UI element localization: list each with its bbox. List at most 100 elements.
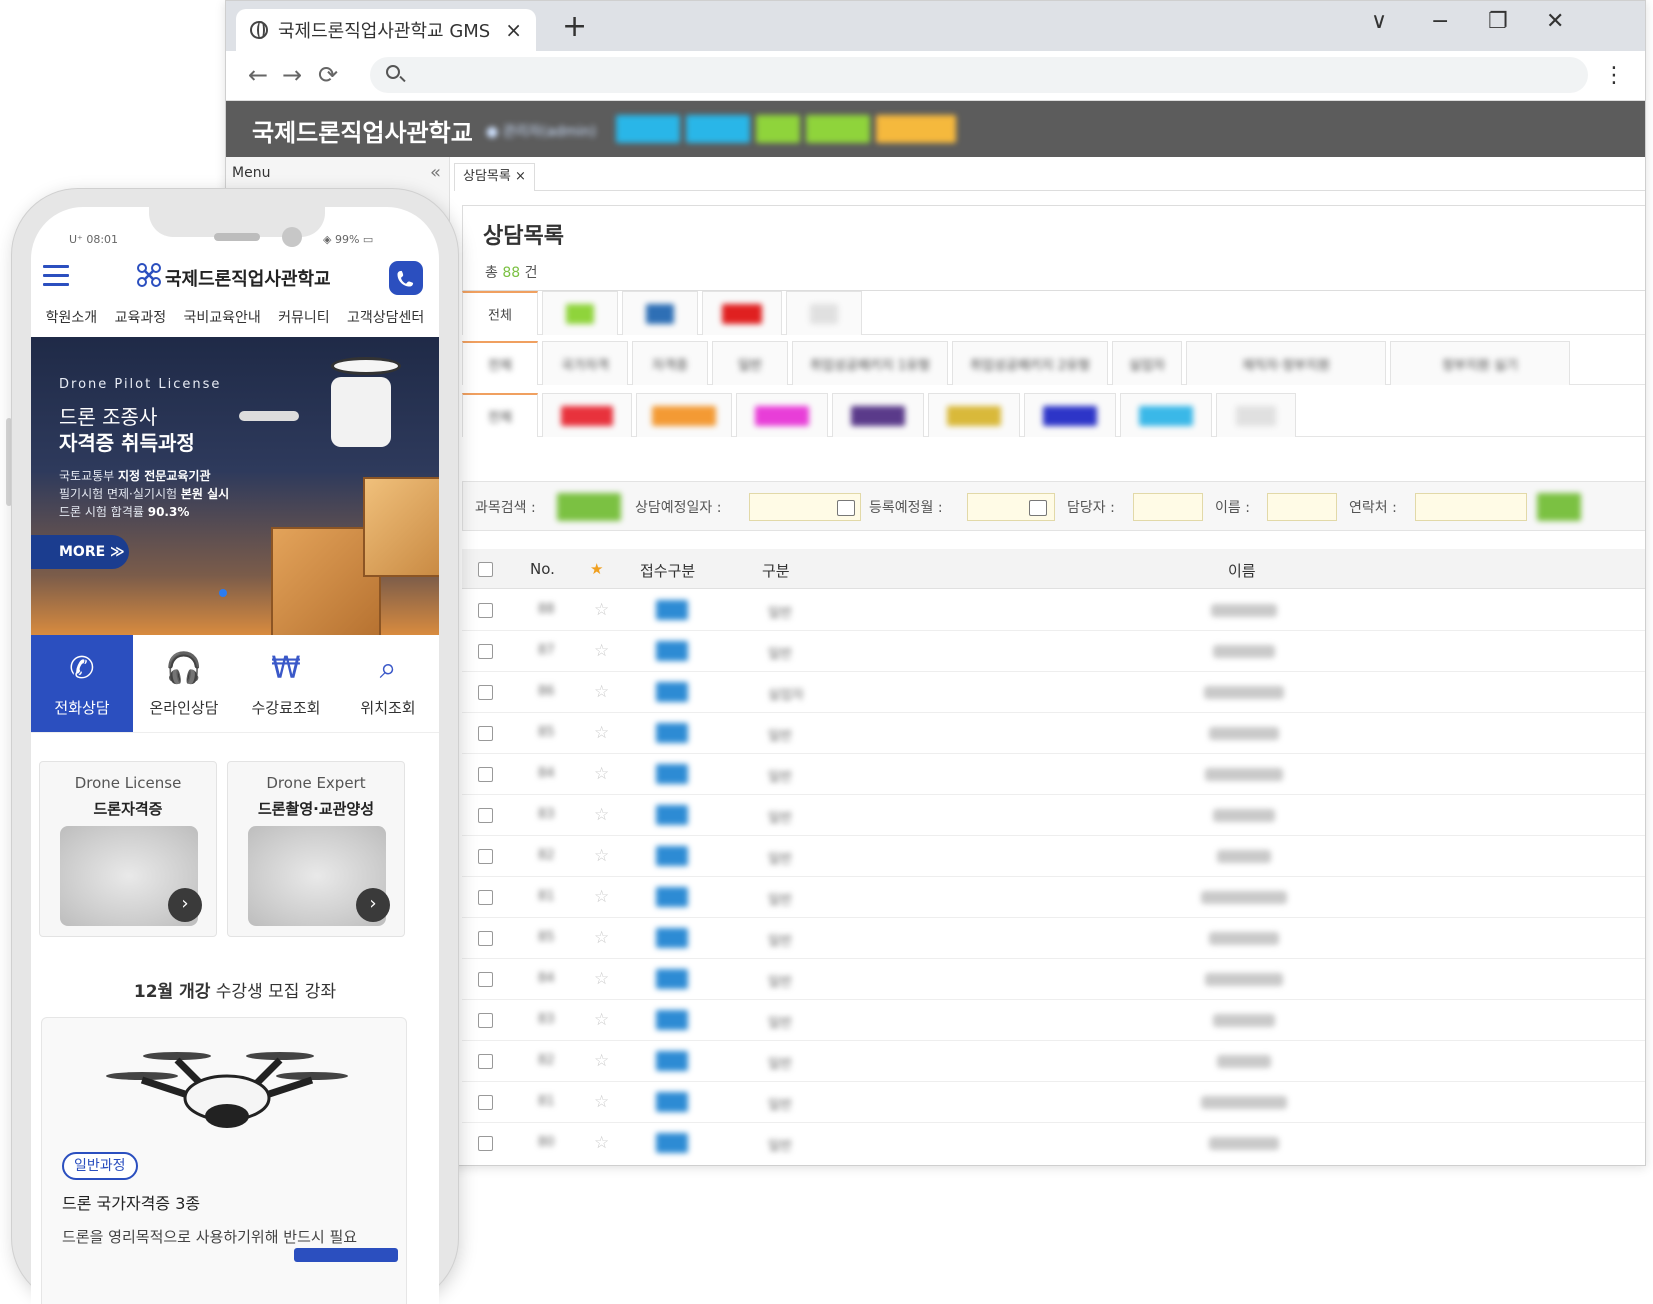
nav-support-center[interactable]: 고객상담센터 — [347, 307, 424, 337]
header-button-1[interactable] — [616, 115, 680, 143]
row-checkbox[interactable] — [478, 808, 493, 823]
table-row[interactable]: 83 ☆ 일반 — [462, 795, 1645, 836]
filter-chip-other[interactable] — [786, 291, 862, 335]
search-button[interactable] — [1537, 493, 1581, 521]
filter2-item[interactable]: 국가자격 — [542, 341, 628, 385]
row-checkbox[interactable] — [478, 931, 493, 946]
header-button-5[interactable] — [876, 115, 956, 143]
row-name-redacted[interactable] — [1201, 1096, 1287, 1109]
table-row[interactable]: 83 ☆ 일반 — [462, 1000, 1645, 1041]
tab-search-icon[interactable]: ∨ — [1371, 9, 1387, 34]
table-row[interactable]: 85 ☆ 일반 — [462, 713, 1645, 754]
table-row[interactable]: 80 ☆ 일반 — [462, 1123, 1645, 1161]
row-checkbox[interactable] — [478, 1054, 493, 1069]
table-row[interactable]: 84 ☆ 일반 — [462, 959, 1645, 1000]
card-drone-license[interactable]: Drone License 드론자격증 › — [39, 761, 217, 937]
address-bar[interactable] — [370, 57, 1588, 93]
star-icon[interactable]: ☆ — [594, 846, 609, 866]
row-name-redacted[interactable] — [1204, 686, 1284, 699]
course-detail-button[interactable] — [294, 1248, 398, 1262]
row-name-redacted[interactable] — [1201, 891, 1287, 904]
quick-phone-consult[interactable]: ✆ 전화상담 — [31, 635, 133, 732]
calendar-icon[interactable] — [1029, 500, 1047, 516]
table-row[interactable]: 86 ☆ 실업자 — [462, 672, 1645, 713]
row-checkbox[interactable] — [478, 1095, 493, 1110]
star-icon[interactable]: ☆ — [594, 928, 609, 948]
filter3-chip[interactable] — [832, 393, 924, 437]
filter-all[interactable]: 전체 — [462, 291, 538, 335]
star-icon[interactable]: ☆ — [594, 1133, 609, 1153]
row-checkbox[interactable] — [478, 890, 493, 905]
forward-button[interactable]: → — [282, 61, 302, 89]
filter2-all[interactable]: 전체 — [462, 341, 538, 385]
carousel-dot[interactable] — [219, 589, 227, 597]
row-name-redacted[interactable] — [1211, 604, 1277, 617]
hamburger-menu-icon[interactable] — [43, 265, 69, 287]
tab-consult-list[interactable]: 상담목록 × — [454, 163, 535, 191]
filter-chip-green[interactable] — [542, 291, 618, 335]
row-name-redacted[interactable] — [1209, 932, 1279, 945]
chevron-right-icon[interactable]: › — [168, 888, 202, 922]
filter2-item[interactable]: 취업성공패키지 2유형 — [952, 341, 1108, 385]
row-checkbox[interactable] — [478, 603, 493, 618]
reload-button[interactable]: ⟳ — [318, 61, 338, 89]
nav-community[interactable]: 커뮤니티 — [278, 307, 330, 337]
row-checkbox[interactable] — [478, 972, 493, 987]
row-name-redacted[interactable] — [1213, 1014, 1275, 1027]
star-icon[interactable]: ☆ — [594, 1092, 609, 1112]
browser-tab[interactable]: 국제드론직업사관학교 GMS × — [236, 9, 536, 51]
quick-location-lookup[interactable]: ⌕ 위치조회 — [337, 635, 439, 732]
chevron-right-icon[interactable]: › — [356, 888, 390, 922]
table-row[interactable]: 84 ☆ 일반 — [462, 754, 1645, 795]
tab-close-icon[interactable]: × — [505, 18, 522, 42]
filter-chip-phone[interactable] — [622, 291, 698, 335]
nav-courses[interactable]: 교육과정 — [115, 307, 167, 337]
filter3-all[interactable]: 전체 — [462, 393, 538, 437]
row-checkbox[interactable] — [478, 1136, 493, 1151]
header-button-2[interactable] — [686, 115, 750, 143]
table-row[interactable]: 82 ☆ 일반 — [462, 836, 1645, 877]
nav-about[interactable]: 학원소개 — [46, 307, 98, 337]
table-row[interactable]: 81 ☆ 일반 — [462, 877, 1645, 918]
star-icon[interactable]: ☆ — [594, 641, 609, 661]
row-name-redacted[interactable] — [1205, 973, 1283, 986]
quick-online-consult[interactable]: 🎧 온라인상담 — [133, 635, 235, 732]
star-icon[interactable]: ☆ — [594, 887, 609, 907]
calendar-icon[interactable] — [837, 500, 855, 516]
filter3-chip[interactable] — [542, 393, 632, 437]
star-icon[interactable]: ☆ — [594, 969, 609, 989]
row-name-redacted[interactable] — [1213, 645, 1275, 658]
phone-input[interactable] — [1415, 493, 1527, 521]
row-name-redacted[interactable] — [1213, 809, 1275, 822]
table-row[interactable]: 82 ☆ 일반 — [462, 1041, 1645, 1082]
row-name-redacted[interactable] — [1217, 1055, 1271, 1068]
star-icon[interactable]: ☆ — [594, 682, 609, 702]
table-row[interactable]: 85 ☆ 일반 — [462, 918, 1645, 959]
row-name-redacted[interactable] — [1209, 1137, 1279, 1150]
select-all-checkbox[interactable] — [478, 562, 493, 577]
admin-brand[interactable]: 국제드론직업사관학교 — [252, 113, 473, 148]
filter3-chip[interactable] — [636, 393, 732, 437]
table-row[interactable]: 88 ☆ 일반 — [462, 590, 1645, 631]
row-checkbox[interactable] — [478, 849, 493, 864]
filter2-item[interactable]: 일반 — [712, 341, 788, 385]
browser-menu-icon[interactable]: ⋮ — [1603, 63, 1625, 88]
course-card[interactable]: 일반과정 드론 국가자격증 3종 드론을 영리목적으로 사용하기위해 반드시 필… — [41, 1017, 407, 1304]
call-button[interactable] — [389, 261, 423, 295]
more-button[interactable]: MORE ≫ — [31, 535, 129, 569]
filter3-chip[interactable] — [1024, 393, 1116, 437]
row-name-redacted[interactable] — [1205, 768, 1283, 781]
row-checkbox[interactable] — [478, 685, 493, 700]
filter3-chip[interactable] — [1216, 393, 1296, 437]
minimize-button[interactable]: − — [1431, 9, 1449, 34]
star-icon[interactable]: ☆ — [594, 1051, 609, 1071]
new-tab-button[interactable]: + — [562, 9, 587, 44]
filter2-item[interactable]: 자격증 — [632, 341, 708, 385]
quick-tuition-lookup[interactable]: ₩ 수강료조회 — [235, 635, 337, 732]
name-input[interactable] — [1267, 493, 1337, 521]
back-button[interactable]: ← — [248, 61, 268, 89]
filter2-item[interactable]: 정부지원 실기 — [1390, 341, 1570, 385]
site-title[interactable]: 국제드론직업사관학교 — [165, 265, 331, 291]
star-icon[interactable]: ☆ — [594, 764, 609, 784]
filter-chip-online[interactable] — [702, 291, 782, 335]
